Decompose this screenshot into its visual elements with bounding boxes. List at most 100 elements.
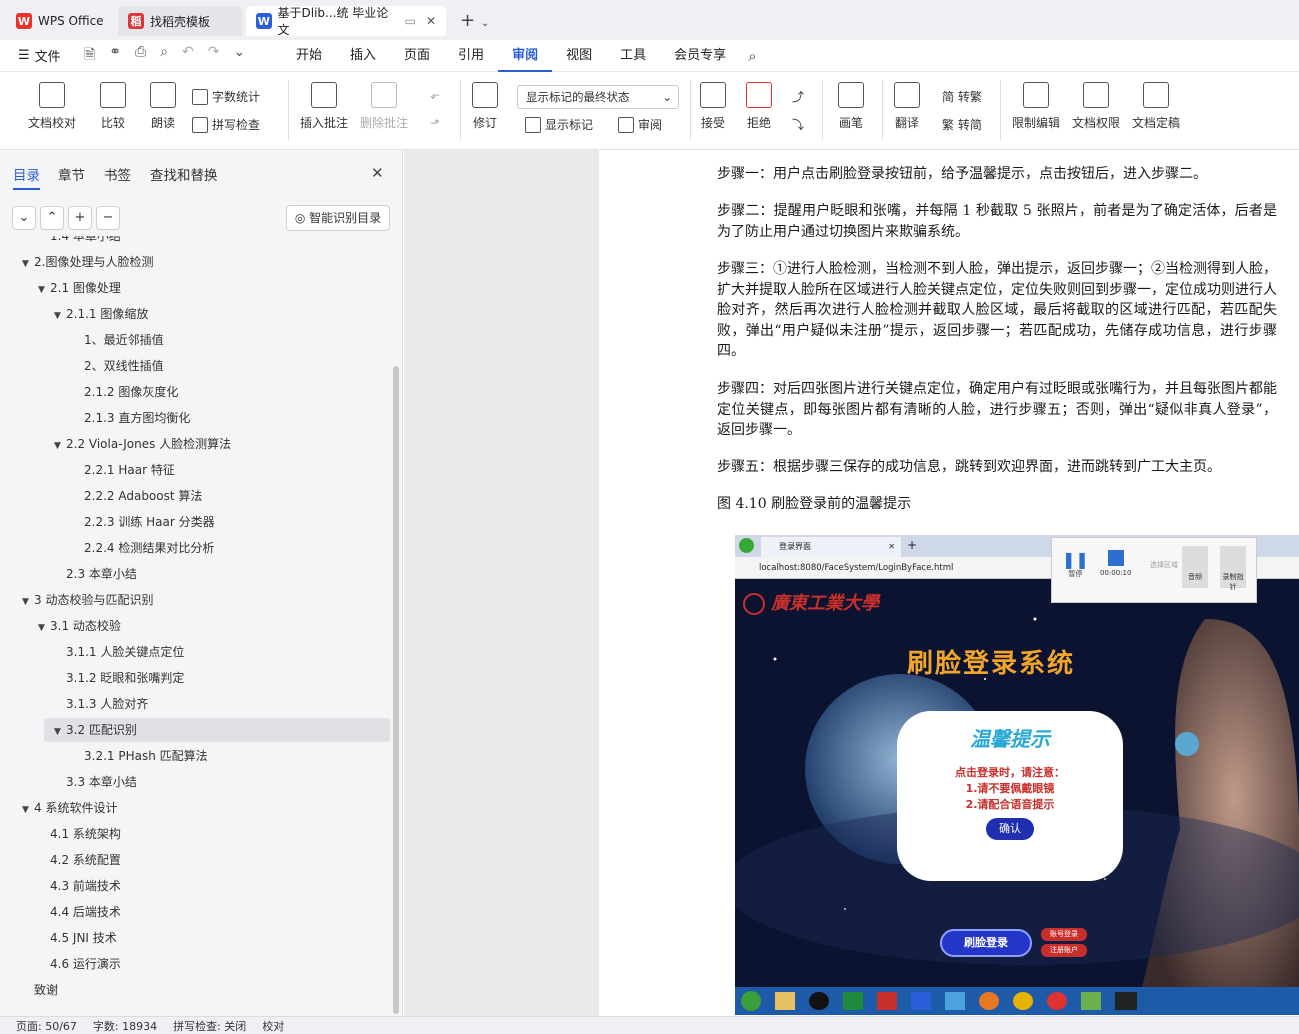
- prev-change-icon[interactable]: ⤴: [792, 88, 804, 105]
- toc-item[interactable]: ▼ 2.1.1 图像缩放: [54, 302, 148, 326]
- toc-item[interactable]: 2.2.3 训练 Haar 分类器: [84, 510, 215, 534]
- tab-template[interactable]: 稻 找稻壳模板: [118, 6, 242, 36]
- toc-item[interactable]: 3.2.1 PHash 匹配算法: [84, 744, 208, 768]
- expand-arrow-icon[interactable]: ▼: [38, 278, 50, 302]
- accept-button[interactable]: 接受: [700, 82, 726, 131]
- to-simplified-button[interactable]: 繁 转简: [942, 116, 982, 133]
- toc-item[interactable]: ▼ 2.1 图像处理: [38, 276, 121, 300]
- search-icon[interactable]: ⌕: [748, 47, 756, 65]
- toc-item[interactable]: 4.4 后端技术: [50, 900, 121, 924]
- prev-comment-icon[interactable]: ⬐: [430, 88, 440, 102]
- face-login-button[interactable]: 刷脸登录: [940, 929, 1032, 957]
- expand-arrow-icon[interactable]: ▼: [54, 304, 66, 328]
- toc-item[interactable]: 3.1.1 人脸关键点定位: [66, 640, 184, 664]
- expand-arrow-icon[interactable]: ▼: [22, 590, 34, 614]
- toc-item[interactable]: 1、最近邻插值: [84, 328, 164, 352]
- embedded-screenshot[interactable]: 登录界面 ✕ + localhost:8080/FaceSystem/LoginB…: [735, 535, 1299, 1015]
- monitor-icon[interactable]: ▭: [405, 14, 416, 28]
- link-icon[interactable]: ⚭: [109, 44, 121, 68]
- menu-review[interactable]: 审阅: [498, 40, 553, 72]
- scrollbar[interactable]: [393, 366, 399, 1014]
- insert-comment-button[interactable]: 插入批注: [300, 82, 348, 131]
- menu-insert[interactable]: 插入: [336, 40, 390, 72]
- file-menu[interactable]: ☰ 文件: [0, 46, 72, 65]
- read-aloud-button[interactable]: 朗读: [150, 82, 176, 131]
- redo-icon[interactable]: ↷: [208, 44, 220, 68]
- toc-item[interactable]: 4.6 运行演示: [50, 952, 121, 976]
- toc-item[interactable]: ▼ 2.图像处理与人脸检测: [22, 250, 153, 274]
- word-count-button[interactable]: 字数统计: [192, 88, 260, 105]
- tab-find-replace[interactable]: 查找和替换: [150, 164, 218, 184]
- toc-item[interactable]: 3.3 本章小结: [66, 770, 137, 794]
- tab-document[interactable]: W 基于Dlib...统 毕业论文 ▭ ✕: [246, 6, 446, 37]
- toc-item[interactable]: ▼ 2.2 Viola-Jones 人脸检测算法: [54, 432, 231, 456]
- collapse-down-button[interactable]: ⌄: [12, 206, 36, 230]
- doc-check-button[interactable]: 文档校对: [28, 82, 76, 131]
- delete-comment-button[interactable]: 删除批注: [360, 82, 408, 131]
- expand-arrow-icon[interactable]: ▼: [22, 798, 34, 822]
- toc-item[interactable]: ▼ 4 系统软件设计: [22, 796, 117, 820]
- print-icon[interactable]: ⎙: [135, 44, 146, 68]
- menu-tools[interactable]: 工具: [606, 40, 660, 72]
- tab-chapter[interactable]: 章节: [58, 164, 85, 184]
- show-markup-button[interactable]: 显示标记: [525, 116, 593, 133]
- toc-item[interactable]: 3.1.3 人脸对齐: [66, 692, 148, 716]
- next-change-icon[interactable]: ⤵: [792, 116, 804, 133]
- close-panel-icon[interactable]: ✕: [371, 164, 384, 182]
- tab-bookmark[interactable]: 书签: [104, 164, 131, 184]
- expand-arrow-icon[interactable]: ▼: [38, 616, 50, 640]
- register-button[interactable]: 注册账户: [1041, 944, 1087, 957]
- toc-item[interactable]: 2.2.1 Haar 特征: [84, 458, 175, 482]
- toc-item[interactable]: 4.1 系统架构: [50, 822, 121, 846]
- print-preview-icon[interactable]: ⌕: [160, 44, 168, 68]
- doc-finalize-button[interactable]: 文档定稿: [1132, 82, 1180, 131]
- tab-toc[interactable]: 目录: [13, 164, 40, 190]
- smart-toc-button[interactable]: ◎ 智能识别目录: [286, 205, 390, 231]
- account-login-button[interactable]: 账号登录: [1041, 928, 1087, 941]
- toc-item[interactable]: 2.1.2 图像灰度化: [84, 380, 178, 404]
- next-comment-icon[interactable]: ⬏: [430, 116, 440, 130]
- spell-check-button[interactable]: 拼写检查: [192, 116, 260, 133]
- restrict-edit-button[interactable]: 限制编辑: [1012, 82, 1060, 131]
- markup-state-select[interactable]: 显示标记的最终状态 ⌄: [517, 85, 679, 109]
- confirm-button[interactable]: 确认: [986, 818, 1034, 840]
- add-button[interactable]: +: [68, 206, 92, 230]
- toc-item[interactable]: 2、双线性插值: [84, 354, 164, 378]
- toc-item[interactable]: 2.3 本章小结: [66, 562, 137, 586]
- toc-item[interactable]: ▼ 3.2 匹配识别: [44, 718, 390, 742]
- pen-button[interactable]: 画笔: [838, 82, 864, 131]
- more-icon[interactable]: ⌄: [234, 44, 246, 68]
- toc-item[interactable]: 致谢: [34, 978, 58, 1002]
- reject-button[interactable]: 拒绝: [746, 82, 772, 131]
- review-pane-button[interactable]: 审阅: [618, 116, 662, 133]
- toc-item[interactable]: 4.3 前端技术: [50, 874, 121, 898]
- toc-item[interactable]: 3.1.2 眨眼和张嘴判定: [66, 666, 184, 690]
- tab-wps-office[interactable]: W WPS Office: [6, 6, 114, 36]
- proofread-status[interactable]: 校对: [262, 1018, 284, 1034]
- toc-item[interactable]: 2.2.2 Adaboost 算法: [84, 484, 202, 508]
- toc-item[interactable]: ▼ 3.1 动态校验: [38, 614, 121, 638]
- close-icon[interactable]: ✕: [426, 14, 436, 28]
- toc-item[interactable]: 1.4 本章小结: [50, 236, 121, 248]
- toc-item[interactable]: 4.2 系统配置: [50, 848, 121, 872]
- spell-check-status[interactable]: 拼写检查: 关闭: [173, 1018, 246, 1034]
- page-indicator[interactable]: 页面: 50/67: [16, 1018, 77, 1034]
- word-count[interactable]: 字数: 18934: [93, 1018, 157, 1034]
- toc-item[interactable]: 4.5 JNI 技术: [50, 926, 117, 950]
- menu-start[interactable]: 开始: [282, 40, 336, 72]
- toc-item[interactable]: 2.2.4 检测结果对比分析: [84, 536, 214, 560]
- translate-button[interactable]: 翻译: [894, 82, 920, 131]
- toc-item[interactable]: ▼ 3 动态校验与匹配识别: [22, 588, 153, 612]
- menu-view[interactable]: 视图: [552, 40, 606, 72]
- save-icon[interactable]: 🗎: [84, 44, 95, 68]
- toc-item[interactable]: 2.1.3 直方图均衡化: [84, 406, 190, 430]
- menu-member[interactable]: 会员专享: [660, 40, 740, 72]
- undo-icon[interactable]: ↶: [182, 44, 194, 68]
- menu-page[interactable]: 页面: [390, 40, 444, 72]
- to-traditional-button[interactable]: 简 转繁: [942, 88, 982, 105]
- new-tab-icon[interactable]: + ⌄: [460, 10, 489, 31]
- compare-button[interactable]: 比较: [100, 82, 126, 131]
- expand-arrow-icon[interactable]: ▼: [54, 720, 66, 744]
- menu-reference[interactable]: 引用: [444, 40, 498, 72]
- revise-button[interactable]: 修订: [472, 82, 498, 131]
